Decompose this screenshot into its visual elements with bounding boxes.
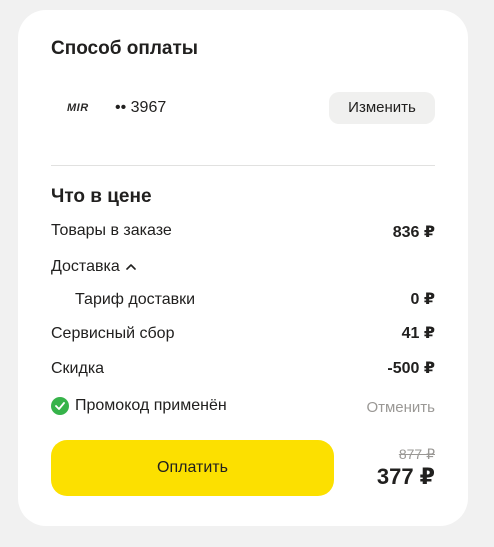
goods-label: Товары в заказе (51, 222, 172, 239)
discount-value: -500 ₽ (387, 360, 435, 377)
delivery-label: Доставка (51, 258, 120, 275)
tariff-value: 0 ₽ (410, 291, 435, 308)
check-circle-icon (51, 397, 69, 415)
chevron-up-icon (125, 263, 136, 271)
change-payment-button[interactable]: Изменить (329, 92, 435, 124)
discount-label: Скидка (51, 360, 105, 377)
delivery-toggle[interactable]: Доставка (51, 258, 136, 276)
price-breakdown-title: Что в цене (51, 186, 152, 207)
service-fee-value: 41 ₽ (401, 325, 435, 342)
promo-status: Промокод применён (51, 397, 227, 415)
pay-button[interactable]: Оплатить (51, 440, 334, 496)
order-summary-card: Способ оплаты MIR •• 3967 Изменить Что в… (18, 10, 468, 526)
total-amount: 377 ₽ (376, 464, 435, 489)
payment-method-title: Способ оплаты (51, 38, 198, 59)
section-divider (51, 165, 435, 166)
service-fee-label: Сервисный сбор (51, 325, 175, 342)
card-number: •• 3967 (115, 99, 167, 116)
old-total: 877 ₽ (398, 446, 435, 462)
cancel-promo-link[interactable]: Отменить (366, 399, 435, 416)
promo-status-label: Промокод применён (75, 397, 227, 414)
tariff-label: Тариф доставки (75, 291, 196, 308)
goods-value: 836 ₽ (392, 224, 435, 241)
mir-logo-icon: MIR (67, 102, 89, 114)
